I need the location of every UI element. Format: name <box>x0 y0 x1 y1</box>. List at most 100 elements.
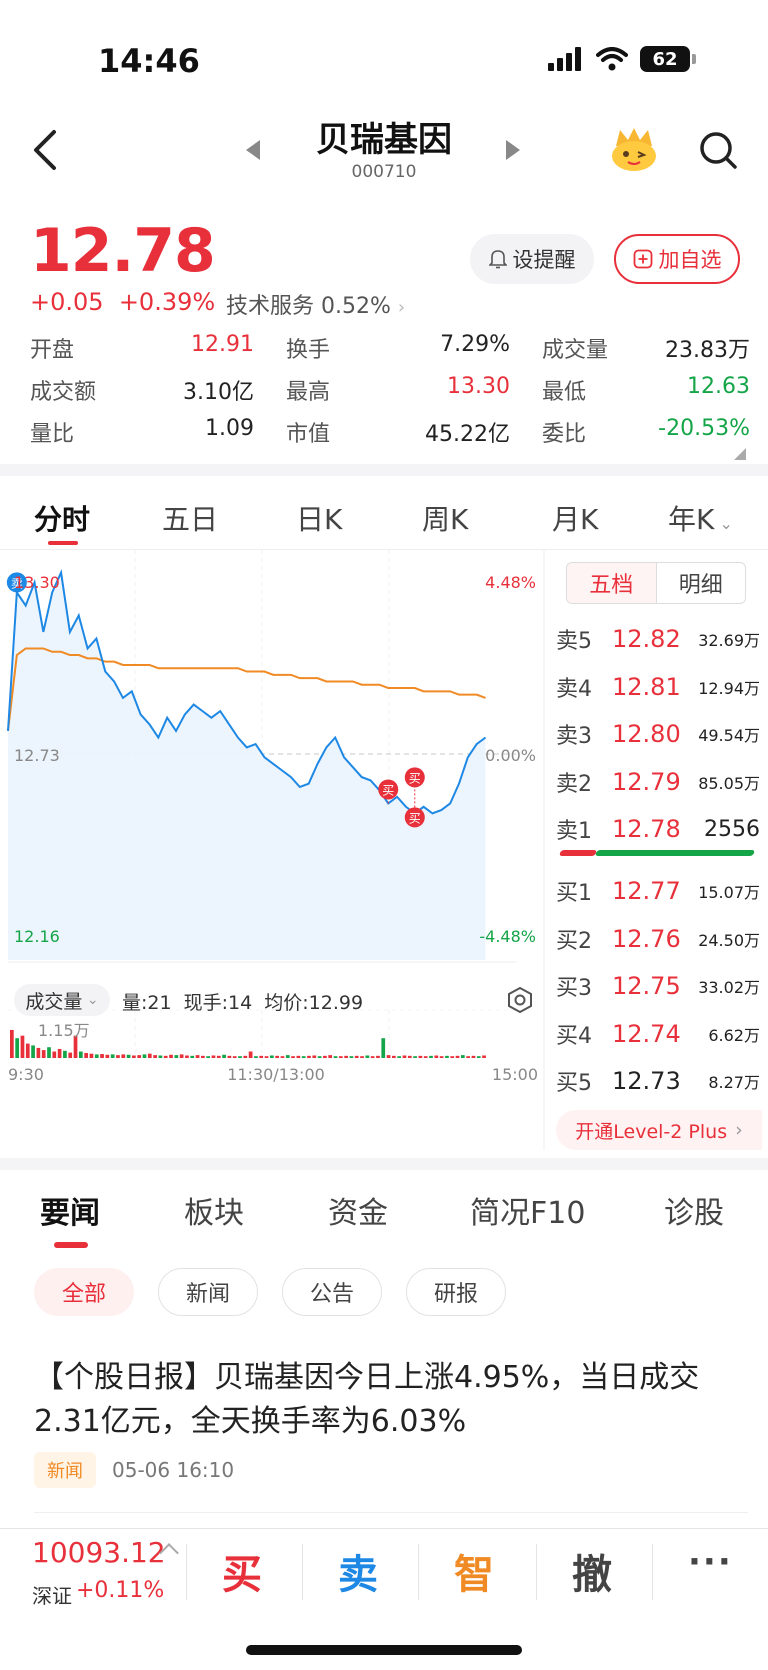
bid-ask-ratio-red <box>558 850 598 856</box>
sector-link[interactable]: 技术服务 0.52% › <box>226 288 405 320</box>
volume-bar <box>185 1055 189 1058</box>
volume-bar <box>418 1055 423 1058</box>
bid-row[interactable]: 买2 12.76 24.50万 <box>556 924 760 954</box>
ask-row[interactable]: 卖2 12.79 85.05万 <box>556 767 760 797</box>
smart-button[interactable]: 智 <box>454 1542 494 1600</box>
volume-bar <box>110 1054 115 1058</box>
set-alert-label: 设提醒 <box>512 248 576 272</box>
volume-bar <box>41 1050 46 1058</box>
volume-bar <box>354 1055 359 1058</box>
order-level-label: 买2 <box>556 928 592 954</box>
x-tick-label: 9:30 <box>8 1065 44 1084</box>
stat-label: 成交量 <box>542 338 609 363</box>
set-alert-button[interactable]: 设提醒 <box>470 234 594 284</box>
ask-row[interactable]: 卖3 12.80 49.54万 <box>556 719 760 749</box>
tab-five-day[interactable]: 五日 <box>162 498 218 538</box>
order-price: 12.81 <box>612 672 681 701</box>
volume-bar <box>259 1055 264 1058</box>
stat-value: 13.30 <box>447 374 510 399</box>
volume-dropdown[interactable]: 成交量 ⌄ <box>14 984 110 1016</box>
order-volume: 6.62万 <box>708 1025 760 1045</box>
bid-row[interactable]: 买1 12.77 15.07万 <box>556 876 760 906</box>
news-headline[interactable]: 【个股日报】贝瑞基因今日上涨4.95%，当日成交2.31亿元，全天换手率为6.0… <box>34 1356 748 1444</box>
tab-sector[interactable]: 板块 <box>184 1188 244 1232</box>
volume-bar <box>232 1056 237 1058</box>
add-watchlist-button[interactable]: 加自选 <box>614 234 740 284</box>
tab-five-levels[interactable]: 五档 <box>567 563 656 603</box>
bid-row[interactable]: 买3 12.75 33.02万 <box>556 971 760 1001</box>
chevron-down-icon: ⌄ <box>714 514 733 533</box>
index-change: +0.11% <box>76 1578 165 1603</box>
stat-value: 12.91 <box>191 332 254 357</box>
settings-hex-icon[interactable] <box>506 986 534 1014</box>
ask-row[interactable]: 卖5 12.82 32.69万 <box>556 624 760 654</box>
bid-row[interactable]: 买5 12.73 8.27万 <box>556 1066 760 1096</box>
volume-bar <box>222 1054 226 1058</box>
expand-corner-icon[interactable] <box>734 448 746 460</box>
volume-bar <box>323 1055 327 1058</box>
order-volume: 12.94万 <box>698 678 760 698</box>
volume-bar <box>132 1055 136 1058</box>
order-price: 12.82 <box>612 625 681 653</box>
volume-bar <box>455 1055 460 1058</box>
volume-bar <box>20 1035 25 1058</box>
order-level-label: 卖3 <box>556 724 592 749</box>
y-tick-right: 4.48% <box>485 573 536 592</box>
level2-upgrade-button[interactable]: 开通Level-2 Plus › <box>556 1110 762 1150</box>
more-button[interactable]: ··· <box>688 1542 733 1582</box>
volume-bar <box>126 1054 131 1058</box>
order-volume: 8.27万 <box>708 1073 760 1092</box>
cancel-button[interactable]: 撤 <box>572 1542 612 1600</box>
ask-row[interactable]: 卖1 12.78 2556 <box>556 814 760 844</box>
chip-all[interactable]: 全部 <box>34 1268 134 1316</box>
order-volume: 33.02万 <box>698 978 760 997</box>
wifi-icon <box>596 47 628 71</box>
order-price: 12.80 <box>612 720 681 748</box>
y-tick-left: 12.73 <box>14 746 60 765</box>
tab-yearly-k[interactable]: 年K ⌄ <box>668 498 733 538</box>
volume-bar <box>407 1055 412 1058</box>
volume-bar <box>392 1055 396 1058</box>
index-value[interactable]: 10093.12 <box>32 1536 166 1569</box>
bid-row[interactable]: 买4 12.74 6.62万 <box>556 1019 760 1049</box>
order-price: 12.77 <box>612 877 681 905</box>
active-tab-indicator <box>48 541 78 545</box>
order-volume: 32.69万 <box>698 631 760 650</box>
stat-value: 7.29% <box>440 332 510 357</box>
ask-row[interactable]: 卖4 12.81 12.94万 <box>556 672 760 702</box>
change-value: +0.05 <box>30 288 104 316</box>
search-icon[interactable] <box>698 130 738 170</box>
intraday-chart[interactable]: 卖买买买13.3012.7312.164.48%0.00%-4.48%1.15万… <box>0 550 548 1150</box>
volume-bar <box>365 1055 370 1058</box>
plus-square-icon <box>633 249 652 269</box>
next-stock-icon[interactable] <box>506 140 520 160</box>
stat-label: 最高 <box>286 380 331 405</box>
volume-bar <box>68 1052 73 1058</box>
volume-bar <box>36 1047 41 1058</box>
tab-f10[interactable]: 简况F10 <box>470 1188 585 1232</box>
tab-news-headlines[interactable]: 要闻 <box>40 1188 100 1232</box>
tab-funds[interactable]: 资金 <box>328 1188 388 1232</box>
volume-bar <box>402 1055 407 1058</box>
tab-daily-k[interactable]: 日K <box>296 498 342 538</box>
sell-button[interactable]: 卖 <box>338 1542 378 1600</box>
tab-diagnosis[interactable]: 诊股 <box>664 1188 724 1232</box>
buy-button[interactable]: 买 <box>222 1542 262 1600</box>
news-time: 05-06 16:10 <box>112 1458 235 1482</box>
chip-announcements[interactable]: 公告 <box>282 1268 382 1316</box>
chip-research[interactable]: 研报 <box>406 1268 506 1316</box>
status-icons: 62 <box>548 46 696 72</box>
tab-intraday[interactable]: 分时 <box>34 498 90 538</box>
volume-bar <box>471 1055 476 1058</box>
tab-yearly-k-label: 年K <box>668 503 715 536</box>
tab-monthly-k[interactable]: 月K <box>552 498 598 538</box>
chip-news[interactable]: 新闻 <box>158 1268 258 1316</box>
tab-weekly-k[interactable]: 周K <box>422 498 468 538</box>
volume-bar <box>333 1056 338 1058</box>
volume-bar <box>381 1038 386 1058</box>
volume-bar <box>264 1056 269 1058</box>
mascot-icon[interactable] <box>608 126 660 172</box>
volume-bar <box>15 1038 20 1058</box>
chevron-down-icon: ⌄ <box>82 992 99 1008</box>
tab-details[interactable]: 明细 <box>655 563 746 603</box>
